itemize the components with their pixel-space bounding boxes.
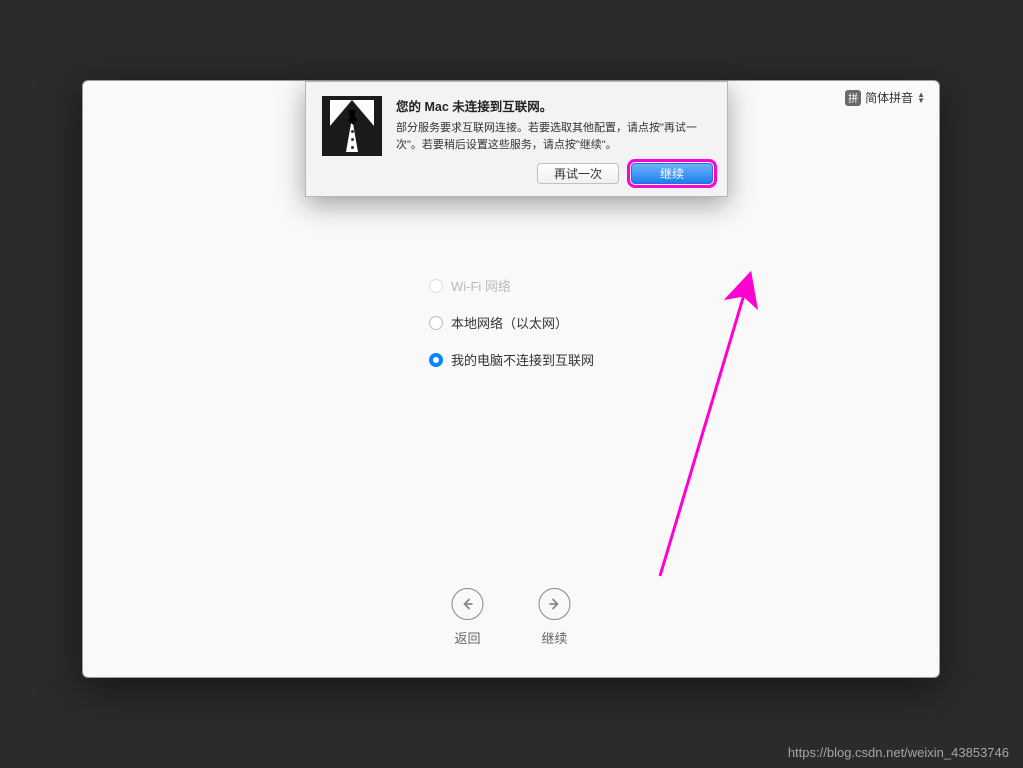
watermark: https://blog.csdn.net/weixin_43853746 [788, 745, 1009, 760]
arrow-left-icon [452, 588, 484, 620]
updown-icon: ▲▼ [917, 92, 925, 104]
network-options: Wi-Fi 网络 本地网络（以太网） 我的电脑不连接到互联网 [429, 276, 594, 387]
continue-label: 继续 [541, 628, 567, 647]
radio-icon [429, 279, 443, 293]
radio-wifi: Wi-Fi 网络 [429, 276, 594, 295]
radio-no-internet[interactable]: 我的电脑不连接到互联网 [429, 350, 594, 369]
arrow-right-icon [539, 588, 571, 620]
alert-dialog: 您的 Mac 未连接到互联网。 部分服务要求互联网连接。若要选取其他配置，请点按… [305, 81, 728, 197]
dialog-message: 部分服务要求互联网连接。若要选取其他配置，请点按"再试一次"。若要稍后设置这些服… [396, 120, 711, 153]
radio-ethernet-label: 本地网络（以太网） [451, 313, 568, 332]
pinyin-badge-icon: 拼 [845, 90, 861, 106]
radio-no-internet-label: 我的电脑不连接到互联网 [451, 350, 594, 369]
back-button[interactable]: 返回 [452, 588, 484, 647]
setup-window: 拼 简体拼音 ▲▼ Wi-Fi 网络 本地网络（以太网） 我的电脑不连接到互联网… [82, 80, 940, 678]
setup-assistant-icon [322, 96, 382, 156]
radio-wifi-label: Wi-Fi 网络 [451, 276, 511, 295]
radio-ethernet[interactable]: 本地网络（以太网） [429, 313, 594, 332]
continue-button[interactable]: 继续 [539, 588, 571, 647]
radio-icon [429, 353, 443, 367]
dialog-title: 您的 Mac 未连接到互联网。 [396, 96, 711, 115]
ime-label: 简体拼音 [865, 89, 913, 106]
nav-buttons: 返回 继续 [452, 588, 571, 647]
dialog-continue-button[interactable]: 继续 [631, 163, 713, 184]
back-label: 返回 [454, 628, 480, 647]
input-method-indicator[interactable]: 拼 简体拼音 ▲▼ [845, 89, 925, 106]
radio-icon [429, 316, 443, 330]
retry-button[interactable]: 再试一次 [537, 163, 619, 184]
